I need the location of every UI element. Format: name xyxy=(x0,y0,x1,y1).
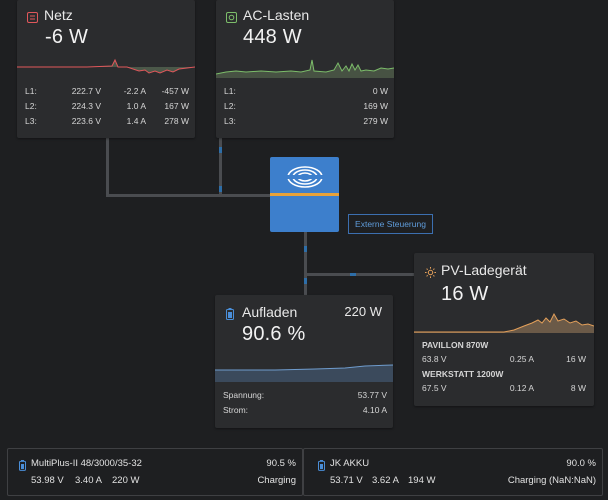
ac-row-l1: L1: 0 W xyxy=(224,86,388,101)
wire-pv-flow xyxy=(350,273,356,276)
battery-power: 220 W xyxy=(344,304,382,319)
phase-label: L2: xyxy=(25,101,37,111)
phase-voltage: 224.3 V xyxy=(71,101,101,111)
battery-details: Spannung: 53.77 V Strom: 4.10 A xyxy=(223,390,387,420)
device-soc: 90.0 % xyxy=(566,458,596,469)
pv-charger-list: PAVILLON 870W 63.8 V 0.25 A 16 W WERKSTA… xyxy=(422,340,586,398)
battery-soc: 90.6 % xyxy=(242,323,306,345)
wire-battery-flow-1 xyxy=(304,246,307,252)
battery-icon xyxy=(226,307,234,325)
external-control-link[interactable]: Externe Steuerung xyxy=(348,214,433,234)
ac-loads-card[interactable]: AC-Lasten 448 W L1: 0 W L2: 169 W L3: 27… xyxy=(216,0,394,138)
device-voltage: 53.98 V xyxy=(31,475,64,486)
ac-loads-title: AC-Lasten xyxy=(243,7,310,23)
battery-voltage-row: Spannung: 53.77 V xyxy=(223,390,387,405)
device-current: 3.40 A xyxy=(75,475,102,486)
netz-card[interactable]: Netz -6 W L1: 222.7 V -2.2 A -457 W L2: … xyxy=(17,0,195,138)
charger-current: 0.12 A xyxy=(509,383,534,393)
charger-voltage: 67.5 V xyxy=(422,383,447,393)
battery-icon xyxy=(19,458,26,476)
device-name: MultiPlus-II 48/3000/35-32 xyxy=(31,458,142,469)
device-power: 194 W xyxy=(408,475,436,486)
device-state: Charging (NaN:NaN) xyxy=(507,475,596,486)
pv-title: PV-Ladegerät xyxy=(441,262,527,278)
phase-power: 279 W xyxy=(363,116,388,126)
battery-icon xyxy=(318,458,325,476)
netz-title: Netz xyxy=(44,7,73,23)
pv-charger-values-1: 63.8 V 0.25 A 16 W xyxy=(422,354,586,369)
wire-inverter-to-battery xyxy=(304,232,307,295)
phase-power: 278 W xyxy=(164,116,189,126)
phase-label: L3: xyxy=(224,116,236,126)
ac-row-l3: L3: 279 W xyxy=(224,116,388,131)
pv-charger-name-1: PAVILLON 870W xyxy=(422,340,586,354)
device-panel-multiplus[interactable]: MultiPlus-II 48/3000/35-32 90.5 % 53.98 … xyxy=(7,448,303,496)
pv-power: 16 W xyxy=(441,283,489,305)
ac-loads-sparkline xyxy=(216,59,394,78)
grid-icon xyxy=(27,10,38,28)
phase-voltage: 222.7 V xyxy=(71,86,101,96)
charger-name: PAVILLON 870W xyxy=(422,340,489,350)
wire-battery-flow-2 xyxy=(304,278,307,284)
device-state: Charging xyxy=(257,475,296,486)
phase-label: L3: xyxy=(25,116,37,126)
wire-netz-to-inverter xyxy=(106,194,272,197)
ac-loads-phase-table: L1: 0 W L2: 169 W L3: 279 W xyxy=(224,86,388,131)
sun-icon xyxy=(425,265,436,283)
battery-current-row: Strom: 4.10 A xyxy=(223,405,387,420)
netz-row-l1: L1: 222.7 V -2.2 A -457 W xyxy=(25,86,189,101)
phase-label: L1: xyxy=(224,86,236,96)
charger-voltage: 63.8 V xyxy=(422,354,447,364)
device-soc: 90.5 % xyxy=(266,458,296,469)
current-value: 4.10 A xyxy=(362,405,387,415)
device-name: JK AKKU xyxy=(330,458,370,469)
phase-label: L1: xyxy=(25,86,37,96)
device-power: 220 W xyxy=(112,475,140,486)
netz-row-l3: L3: 223.6 V 1.4 A 278 W xyxy=(25,116,189,131)
ac-row-l2: L2: 169 W xyxy=(224,101,388,116)
device-voltage: 53.71 V xyxy=(330,475,363,486)
charger-power: 8 W xyxy=(570,383,586,393)
netz-power: -6 W xyxy=(45,26,89,48)
netz-sparkline xyxy=(17,58,195,74)
phase-current: 1.0 A xyxy=(126,101,146,111)
phase-power: 167 W xyxy=(164,101,189,111)
voltage-value: 53.77 V xyxy=(357,390,387,400)
phase-power: 0 W xyxy=(372,86,388,96)
wire-pv-to-bus xyxy=(304,273,414,276)
netz-phase-table: L1: 222.7 V -2.2 A -457 W L2: 224.3 V 1.… xyxy=(25,86,189,131)
wire-netz-down xyxy=(106,138,109,196)
inverter-button[interactable] xyxy=(270,157,339,232)
inverter-divider xyxy=(270,193,339,196)
charger-current: 0.25 A xyxy=(509,354,534,364)
pv-charger-name-2: WERKSTATT 1200W xyxy=(422,369,586,383)
phase-power: -457 W xyxy=(161,86,189,96)
voltage-label: Spannung: xyxy=(223,390,265,400)
battery-sparkline xyxy=(215,364,393,382)
phase-power: 169 W xyxy=(363,101,388,111)
netz-row-l2: L2: 224.3 V 1.0 A 167 W xyxy=(25,101,189,116)
charger-power: 16 W xyxy=(566,354,586,364)
phase-current: -2.2 A xyxy=(123,86,146,96)
wire-ac-flow-2 xyxy=(219,186,222,192)
charger-name: WERKSTATT 1200W xyxy=(422,369,504,379)
pv-charger-card[interactable]: PV-Ladegerät 16 W PAVILLON 870W 63.8 V 0… xyxy=(414,253,594,406)
plug-icon xyxy=(226,10,237,28)
battery-title: Aufladen xyxy=(242,304,298,320)
phase-label: L2: xyxy=(224,101,236,111)
pv-charger-values-2: 67.5 V 0.12 A 8 W xyxy=(422,383,586,398)
pv-sparkline xyxy=(414,312,594,333)
battery-card[interactable]: Aufladen 220 W 90.6 % Spannung: 53.77 V … xyxy=(215,295,393,428)
wire-ac-flow-1 xyxy=(219,147,222,153)
ac-loads-power: 448 W xyxy=(243,26,302,48)
device-current: 3.62 A xyxy=(372,475,399,486)
device-panel-jk-akku[interactable]: JK AKKU 90.0 % 53.71 V 3.62 A 194 W Char… xyxy=(303,448,603,496)
phase-voltage: 223.6 V xyxy=(71,116,101,126)
phase-current: 1.4 A xyxy=(126,116,146,126)
current-label: Strom: xyxy=(223,405,249,415)
victron-logo-icon xyxy=(285,164,325,195)
